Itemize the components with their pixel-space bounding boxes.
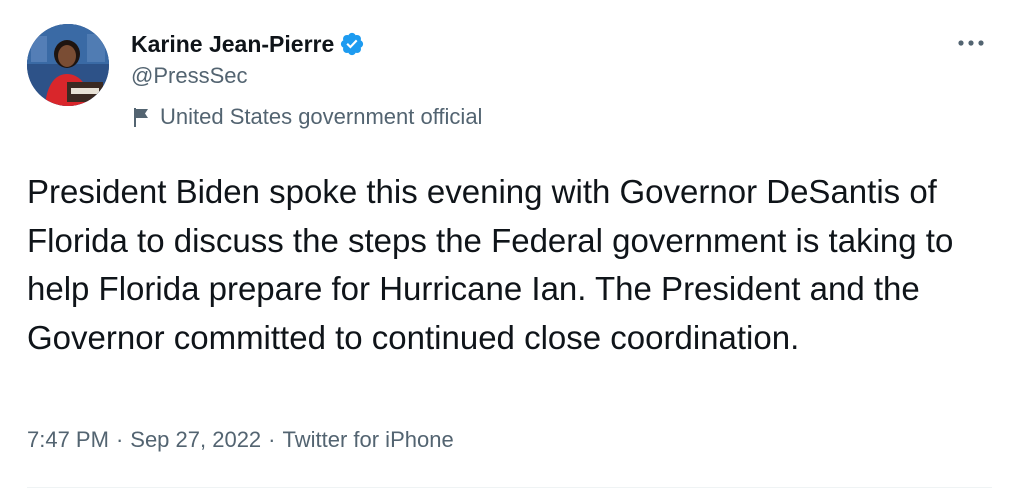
government-label-text[interactable]: United States government official <box>160 104 482 130</box>
flag-icon <box>131 106 151 128</box>
tweet-source[interactable]: Twitter for iPhone <box>283 427 454 453</box>
tweet-text: President Biden spoke this evening with … <box>27 173 954 356</box>
verified-badge-icon <box>339 31 365 57</box>
government-label: United States government official <box>131 103 482 131</box>
more-options-button[interactable] <box>951 28 991 58</box>
author-handle[interactable]: @PressSec <box>131 63 247 89</box>
divider <box>27 487 992 488</box>
tweet-metadata: 7:47 PM · Sep 27, 2022 · Twitter for iPh… <box>27 425 454 455</box>
tweet-time[interactable]: 7:47 PM <box>27 427 109 453</box>
tweet-date[interactable]: Sep 27, 2022 <box>130 427 261 453</box>
more-options-icon <box>958 40 984 46</box>
avatar-image <box>27 24 109 106</box>
author-display-name[interactable]: Karine Jean-Pierre <box>131 30 334 58</box>
avatar[interactable] <box>27 24 109 106</box>
tweet-card: Karine Jean-Pierre @PressSec United Stat… <box>0 0 1020 492</box>
author-row: Karine Jean-Pierre <box>131 30 365 58</box>
separator: · <box>115 427 124 452</box>
separator: · <box>268 427 276 452</box>
